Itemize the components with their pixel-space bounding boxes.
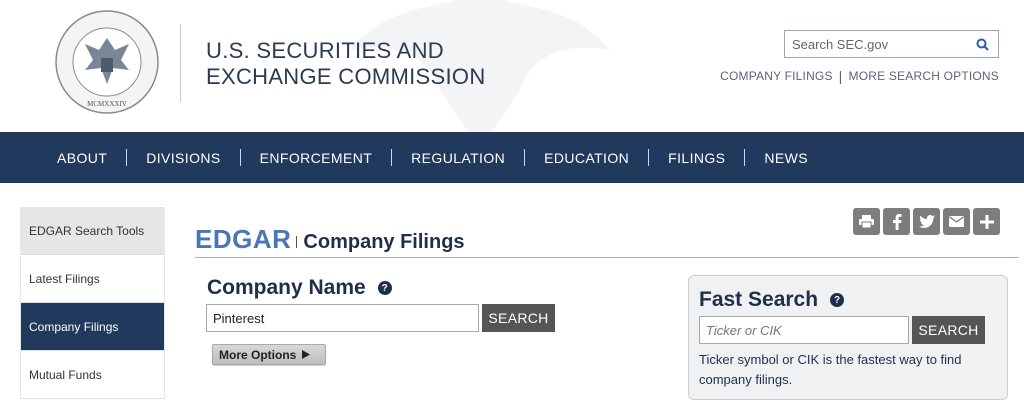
page-title-row: EDGAR Company Filings <box>195 224 465 255</box>
top-links: COMPANY FILINGS | MORE SEARCH OPTIONS <box>720 68 999 84</box>
sidebar: EDGAR Search Tools Latest Filings Compan… <box>20 207 165 399</box>
nav-separator <box>239 149 241 166</box>
ticker-cik-input[interactable] <box>699 316 909 344</box>
nav-separator <box>744 149 746 166</box>
nav-news[interactable]: NEWS <box>745 150 827 166</box>
more-search-options-link[interactable]: MORE SEARCH OPTIONS <box>849 69 999 83</box>
link-separator: | <box>838 68 843 84</box>
nav-separator <box>524 149 526 166</box>
title-divider <box>195 257 1019 258</box>
sidebar-item-company-filings[interactable]: Company Filings <box>20 303 165 351</box>
share-toolbar <box>853 208 1000 235</box>
company-filings-link[interactable]: COMPANY FILINGS <box>720 69 833 83</box>
company-name-heading: Company Name <box>207 276 366 299</box>
nav-regulation[interactable]: REGULATION <box>392 150 524 166</box>
plus-icon[interactable] <box>973 208 1000 235</box>
title-separator <box>296 236 298 248</box>
more-options-label: More Options <box>219 347 297 362</box>
fast-search-heading-row: Fast Search ? <box>699 288 845 312</box>
nav-about[interactable]: ABOUT <box>38 150 126 166</box>
edgar-label: EDGAR <box>195 224 292 254</box>
main-nav: ABOUT DIVISIONS ENFORCEMENT REGULATION E… <box>0 132 1024 183</box>
fast-search-panel: Fast Search ? SEARCH Ticker symbol or CI… <box>688 275 1008 400</box>
agency-name-line2: EXCHANGE COMMISSION <box>206 64 486 89</box>
site-header: MCMXXXIV U.S. SECURITIES AND EXCHANGE CO… <box>0 0 1024 132</box>
fast-search-heading: Fast Search <box>699 288 819 311</box>
company-search-button[interactable]: SEARCH <box>482 304 555 332</box>
sidebar-item-latest-filings[interactable]: Latest Filings <box>20 255 165 303</box>
nav-separator <box>126 149 128 166</box>
fast-search-description: Ticker symbol or CIK is the fastest way … <box>699 352 962 387</box>
email-icon[interactable] <box>943 208 970 235</box>
site-search-input[interactable] <box>785 31 965 57</box>
sidebar-item-mutual-funds[interactable]: Mutual Funds <box>20 351 165 399</box>
help-icon[interactable]: ? <box>830 293 845 307</box>
fast-search-button[interactable]: SEARCH <box>912 316 985 344</box>
sidebar-item-edgar-search-tools[interactable]: EDGAR Search Tools <box>20 207 165 255</box>
company-name-heading-row: Company Name ? <box>207 276 392 300</box>
page-title: Company Filings <box>303 231 465 253</box>
search-icon[interactable] <box>972 35 992 53</box>
nav-separator <box>648 149 650 166</box>
nav-education[interactable]: EDUCATION <box>525 150 648 166</box>
nav-filings[interactable]: FILINGS <box>649 150 744 166</box>
company-name-input[interactable] <box>206 304 479 332</box>
twitter-icon[interactable] <box>913 208 940 235</box>
triangle-right-icon <box>302 350 311 359</box>
help-icon[interactable]: ? <box>377 281 392 295</box>
nav-divisions[interactable]: DIVISIONS <box>127 150 239 166</box>
facebook-icon[interactable] <box>883 208 910 235</box>
agency-name-line1: U.S. SECURITIES AND <box>206 38 444 63</box>
sec-seal-logo: MCMXXXIV <box>55 10 159 114</box>
seal-year: MCMXXXIV <box>87 100 127 108</box>
header-divider <box>180 24 181 102</box>
nav-enforcement[interactable]: ENFORCEMENT <box>241 150 392 166</box>
agency-name[interactable]: U.S. SECURITIES AND EXCHANGE COMMISSION <box>206 38 486 90</box>
print-icon[interactable] <box>853 208 880 235</box>
nav-separator <box>391 149 393 166</box>
site-search <box>784 30 999 58</box>
more-options-button[interactable]: More Options <box>212 344 326 365</box>
